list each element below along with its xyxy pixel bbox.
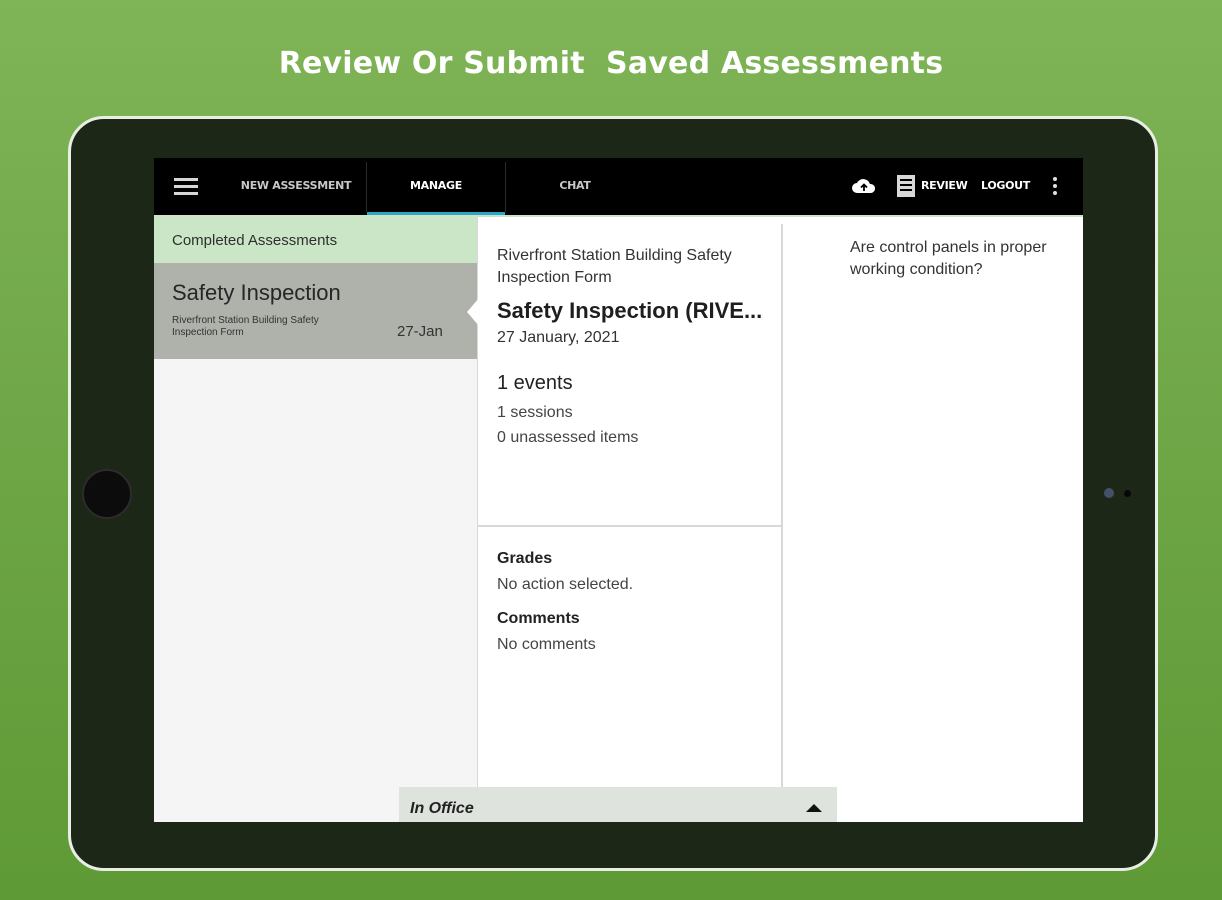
home-button <box>82 469 132 519</box>
form-name: Riverfront Station Building Safety Inspe… <box>497 247 732 286</box>
sessions-count: 1 sessions <box>497 404 573 421</box>
selection-caret-icon <box>467 298 479 326</box>
grades-value: No action selected. <box>497 576 634 593</box>
grades-label: Grades <box>497 550 553 567</box>
more-vert-icon[interactable] <box>1052 177 1058 197</box>
question-text: Are control panels in proper working con… <box>850 239 1047 278</box>
expand-arrow-icon[interactable] <box>806 804 822 812</box>
review-button[interactable]: REVIEW <box>921 158 968 215</box>
list-item[interactable]: Safety Inspection Riverfront Station Bui… <box>154 263 477 359</box>
events-count: 1 events <box>497 372 573 394</box>
camera-icon <box>1104 488 1114 498</box>
tab-new-assessment[interactable]: NEW ASSESSMENT <box>226 158 366 215</box>
comments-value: No comments <box>497 636 596 653</box>
pane-divider <box>781 224 783 822</box>
list-item-subtitle: Riverfront Station Building Safety Inspe… <box>172 315 319 338</box>
status-label: In Office <box>410 800 474 817</box>
review-document-icon[interactable] <box>897 175 915 197</box>
assessment-title: Safety Inspection (RIVE... <box>497 298 763 323</box>
assessment-list-pane: Completed Assessments Safety Inspection … <box>154 217 477 822</box>
tab-manage[interactable]: MANAGE <box>367 158 505 215</box>
menu-icon[interactable] <box>174 178 198 196</box>
app-bar: NEW ASSESSMENT MANAGE CHAT REVIEW LOGOUT <box>154 158 1083 215</box>
list-item-title: Safety Inspection <box>172 280 341 305</box>
tab-chat[interactable]: CHAT <box>506 158 644 215</box>
unassessed-count: 0 unassessed items <box>497 429 639 446</box>
list-item-date: 27-Jan <box>397 323 443 340</box>
list-header: Completed Assessments <box>154 217 477 263</box>
cloud-upload-icon[interactable] <box>851 175 877 197</box>
page-headline: Review Or Submit Saved Assessments <box>278 46 944 81</box>
section-divider <box>478 525 781 527</box>
status-bar[interactable]: In Office <box>399 787 837 822</box>
sensor-dot <box>1124 490 1131 497</box>
app-screen: NEW ASSESSMENT MANAGE CHAT REVIEW LOGOUT… <box>154 158 1083 822</box>
comments-label: Comments <box>497 610 580 627</box>
assessment-date: 27 January, 2021 <box>497 329 620 346</box>
logout-button[interactable]: LOGOUT <box>981 158 1030 215</box>
